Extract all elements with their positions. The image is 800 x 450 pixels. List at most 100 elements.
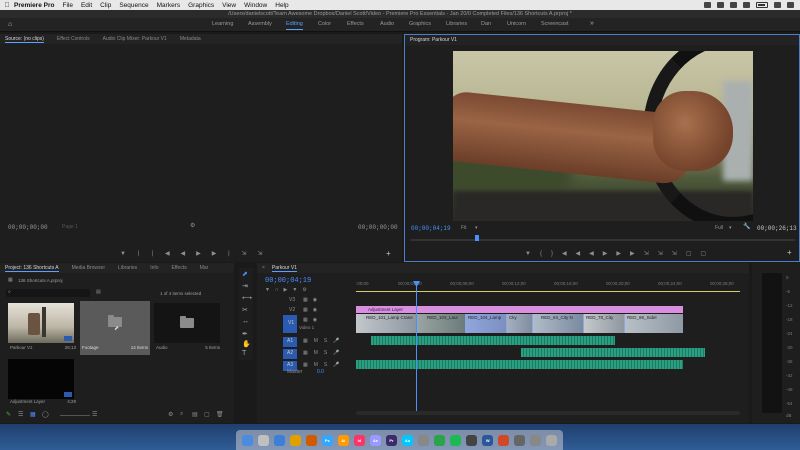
menu-file[interactable]: File xyxy=(62,2,72,9)
trash-icon[interactable]: 🗑 xyxy=(216,411,224,418)
workspace-screencast[interactable]: Screencast xyxy=(541,21,569,27)
program-playhead[interactable] xyxy=(475,235,479,241)
safari-icon[interactable] xyxy=(273,434,285,446)
apple-icon[interactable]:  xyxy=(0,2,14,9)
find-icon[interactable]: ⌕ xyxy=(180,411,183,418)
icon-view-icon[interactable]: ▦ xyxy=(30,411,36,418)
workspace-unicorn[interactable]: Unicorn xyxy=(507,21,526,27)
audio-track-controls[interactable]: ▦MS🎤 xyxy=(303,338,345,344)
timeline-scrollbar[interactable] xyxy=(356,411,740,415)
pencil-icon[interactable]: ✎ xyxy=(6,411,11,418)
track-toggles[interactable]: ▦◉ xyxy=(303,297,322,303)
timeline-playhead[interactable] xyxy=(416,283,417,415)
project-item-parkour-thumb[interactable] xyxy=(8,303,74,343)
program-quality-select[interactable]: Full xyxy=(715,225,723,231)
track-label-a2[interactable]: A2 xyxy=(287,350,293,356)
tab-project[interactable]: Project: 136 Shortcuts A xyxy=(5,265,59,272)
track-label-v3[interactable]: V3 xyxy=(289,297,295,303)
word-icon[interactable]: W xyxy=(482,434,494,446)
menu-graphics[interactable]: Graphics xyxy=(188,2,214,9)
chrome-icon[interactable] xyxy=(289,434,301,446)
chevron-down-icon[interactable]: ▾ xyxy=(475,225,478,231)
tab-program[interactable]: Program: Parkour V1 xyxy=(410,37,457,43)
terminal-icon[interactable] xyxy=(466,434,478,446)
razor-tool-icon[interactable]: ✂ xyxy=(242,306,248,314)
clip-v1[interactable]: RED_103_Laur xyxy=(417,314,465,333)
clip-a3[interactable] xyxy=(356,360,683,369)
app-icon[interactable] xyxy=(514,434,526,446)
close-icon[interactable]: × xyxy=(262,265,265,271)
ripple-edit-tool-icon[interactable]: ⟷ xyxy=(242,294,252,302)
track-label-v1[interactable]: V1 xyxy=(288,320,294,326)
powerpoint-icon[interactable] xyxy=(498,434,510,446)
timeline-timecode[interactable]: 00;00;04;19 xyxy=(265,277,311,285)
track-label-a1[interactable]: A1 xyxy=(287,338,293,344)
workspace-learning[interactable]: Learning xyxy=(212,21,233,27)
new-bin-icon[interactable]: ▤ xyxy=(96,289,101,295)
search-icon[interactable] xyxy=(774,2,781,8)
new-item-icon[interactable]: ▢ xyxy=(204,411,210,418)
track-toggles[interactable]: ▦◉ xyxy=(303,307,322,313)
clip-adjustment-layer[interactable]: Adjustment Layer xyxy=(356,306,683,313)
more-workspaces-icon[interactable]: » xyxy=(590,20,594,27)
workspace-color[interactable]: Color xyxy=(318,21,331,27)
workspace-assembly[interactable]: Assembly xyxy=(248,21,272,27)
track-label-a3[interactable]: A3 xyxy=(287,362,293,368)
trash-icon[interactable] xyxy=(546,434,558,446)
firefox-icon[interactable] xyxy=(305,434,317,446)
audition-icon[interactable]: Au xyxy=(401,434,413,446)
tab-media-browser[interactable]: Media Browser xyxy=(72,265,105,271)
launchpad-icon[interactable] xyxy=(257,434,269,446)
tab-source[interactable]: Source: (no clips) xyxy=(5,36,44,43)
workspace-effects[interactable]: Effects xyxy=(347,21,364,27)
workspace-libraries[interactable]: Libraries xyxy=(446,21,467,27)
search-icon[interactable]: ⌕ xyxy=(8,289,11,295)
menu-window[interactable]: Window xyxy=(244,2,267,9)
source-transport-controls[interactable]: ▼∣∣◀◀▶▶∣⇲⇲ xyxy=(120,250,273,257)
clip-a1[interactable] xyxy=(371,336,615,345)
tab-effect-controls[interactable]: Effect Controls xyxy=(57,36,90,42)
app-menu[interactable]: Premiere Pro xyxy=(14,2,54,9)
clip-a2[interactable] xyxy=(521,348,705,357)
illustrator-icon[interactable]: Ai xyxy=(337,434,349,446)
finder-icon[interactable] xyxy=(241,434,253,446)
wifi-icon[interactable] xyxy=(743,2,750,8)
indesign-icon[interactable]: Id xyxy=(353,434,365,446)
workspace-dan[interactable]: Dan xyxy=(481,21,491,27)
menu-help[interactable]: Help xyxy=(275,2,288,9)
menu-clip[interactable]: Clip xyxy=(100,2,111,9)
tab-effects[interactable]: Effects xyxy=(172,265,187,271)
menu-markers[interactable]: Markers xyxy=(157,2,180,9)
work-area-bar[interactable] xyxy=(356,291,740,292)
status-icon[interactable] xyxy=(717,2,724,8)
project-search-input[interactable] xyxy=(6,289,90,297)
clip-v1[interactable]: RED_104_Lamp xyxy=(466,314,506,333)
battery-icon[interactable] xyxy=(756,2,768,8)
source-settings-icon[interactable]: ⚙ xyxy=(190,222,195,229)
master-volume-value[interactable]: 0.0 xyxy=(317,369,324,375)
selection-tool-icon[interactable]: ⬈ xyxy=(242,270,248,278)
app-icon[interactable] xyxy=(434,434,446,446)
tab-markers[interactable]: Mar xyxy=(200,265,209,271)
menu-list-icon[interactable] xyxy=(787,2,794,8)
clip-v1[interactable]: RED_78_City xyxy=(584,314,624,333)
source-add-icon[interactable]: + xyxy=(386,249,391,258)
tab-audio-clip-mixer[interactable]: Audio Clip Mixer: Parkour V1 xyxy=(103,36,167,42)
source-timecode-in[interactable]: 00;00;00;00 xyxy=(8,224,48,231)
track-select-tool-icon[interactable]: ⇥ xyxy=(242,282,248,290)
menu-sequence[interactable]: Sequence xyxy=(119,2,148,9)
clip-v1[interactable]: RED_88_Sidel xyxy=(625,314,683,333)
slip-tool-icon[interactable]: ↔ xyxy=(242,318,249,325)
tab-metadata[interactable]: Metadata xyxy=(180,36,201,42)
clip-v1[interactable]: RED_101_Lamp Crane xyxy=(356,314,416,333)
workspace-audio[interactable]: Audio xyxy=(380,21,394,27)
menu-edit[interactable]: Edit xyxy=(81,2,92,9)
clip-v1[interactable]: RED_84_City N xyxy=(533,314,583,333)
source-page-select[interactable]: Page 1 xyxy=(62,224,78,230)
menu-view[interactable]: View xyxy=(222,2,236,9)
new-bin-icon[interactable]: ▤ xyxy=(192,411,198,418)
timeline-tools[interactable]: ▼∩▶▼⚙ xyxy=(265,287,312,293)
photoshop-icon[interactable]: Ps xyxy=(321,434,333,446)
wrench-icon[interactable]: 🔧 xyxy=(743,223,750,230)
clip-v1[interactable]: Cky xyxy=(507,314,532,333)
